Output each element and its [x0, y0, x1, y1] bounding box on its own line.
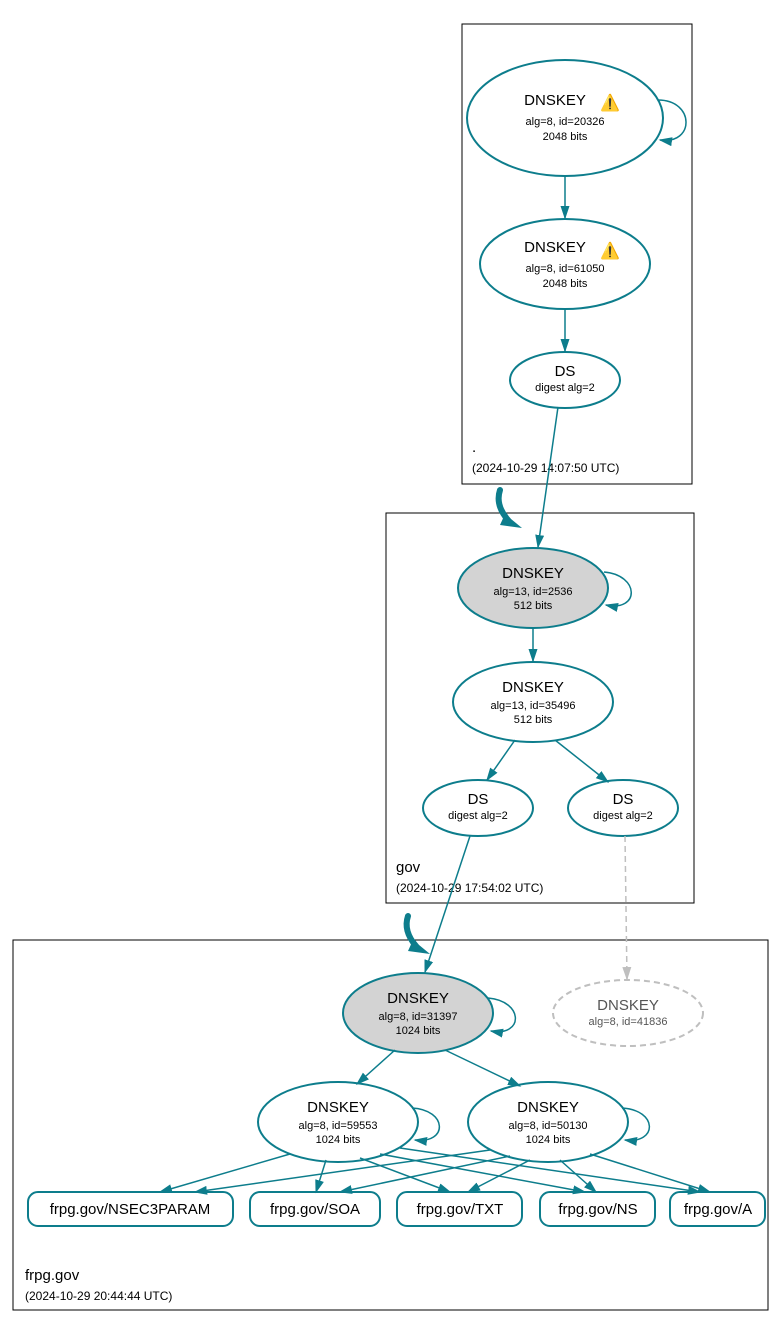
node-frpg-zsk1: DNSKEY alg=8, id=59553 1024 bits: [258, 1082, 418, 1162]
rr-a: frpg.gov/A: [670, 1192, 765, 1226]
root-ksk-alg: alg=8, id=20326: [526, 116, 605, 128]
root-ds-title: DS: [555, 363, 576, 380]
edge-zsk1-txt: [360, 1158, 450, 1192]
edge-zsk1-nsec3: [160, 1154, 290, 1192]
frpg-zsk1-title: DNSKEY: [307, 1099, 369, 1116]
rr-ns: frpg.gov/NS: [540, 1192, 655, 1226]
rr-soa: frpg.gov/SOA: [250, 1192, 380, 1226]
root-zsk-title: DNSKEY: [524, 239, 586, 256]
zone-root-label: .: [472, 439, 476, 456]
gov-ds2-alg: digest alg=2: [593, 810, 653, 822]
zone-root-time: (2024-10-29 14:07:50 UTC): [472, 461, 619, 475]
node-root-ksk: DNSKEY ⚠️ alg=8, id=20326 2048 bits: [467, 60, 663, 176]
node-root-zsk: DNSKEY ⚠️ alg=8, id=61050 2048 bits: [480, 219, 650, 309]
frpg-ksk-bits: 1024 bits: [396, 1025, 441, 1037]
edge-frpgksk-zsk1: [357, 1050, 395, 1084]
warning-icon: ⚠️: [600, 93, 620, 112]
root-ds-alg: digest alg=2: [535, 382, 595, 394]
node-frpg-zsk2: DNSKEY alg=8, id=50130 1024 bits: [468, 1082, 628, 1162]
root-zsk-alg: alg=8, id=61050: [526, 263, 605, 275]
gov-ksk-alg: alg=13, id=2536: [494, 586, 573, 598]
root-ksk-title: DNSKEY: [524, 92, 586, 109]
svg-text:DNSKEY: DNSKEY: [524, 92, 586, 109]
gov-zsk-alg: alg=13, id=35496: [490, 700, 575, 712]
zone-gov-label: gov: [396, 859, 421, 876]
rr-nsec3param: frpg.gov/NSEC3PARAM: [28, 1192, 233, 1226]
warning-icon: ⚠️: [600, 241, 620, 260]
rr-txt: frpg.gov/TXT: [397, 1192, 522, 1226]
edge-zsk2-a: [590, 1154, 710, 1192]
edge-zsk1-soa: [316, 1160, 326, 1192]
frpg-zsk1-alg: alg=8, id=59553: [299, 1120, 378, 1132]
gov-ds1-alg: digest alg=2: [448, 810, 508, 822]
node-root-ds: DS digest alg=2: [510, 352, 620, 408]
node-gov-ksk: DNSKEY alg=13, id=2536 512 bits: [458, 548, 608, 628]
frpg-zsk1-bits: 1024 bits: [316, 1134, 361, 1146]
root-zsk-bits: 2048 bits: [543, 278, 588, 290]
gov-ksk-bits: 512 bits: [514, 600, 553, 612]
frpg-zsk2-bits: 1024 bits: [526, 1134, 571, 1146]
node-frpg-ksk: DNSKEY alg=8, id=31397 1024 bits: [343, 973, 493, 1053]
frpg-inactive-title: DNSKEY: [597, 997, 659, 1014]
edge-govds1-frpgksk: [425, 836, 470, 972]
node-frpg-inactive: DNSKEY alg=8, id=41836: [553, 980, 703, 1046]
frpg-zsk2-title: DNSKEY: [517, 1099, 579, 1116]
rr-a-label: frpg.gov/A: [684, 1201, 752, 1218]
edge-frpgksk-zsk2: [445, 1050, 520, 1086]
gov-ksk-title: DNSKEY: [502, 565, 564, 582]
zone-gov-time: (2024-10-29 17:54:02 UTC): [396, 881, 543, 895]
edge-govds2-inactive: [625, 836, 627, 979]
node-gov-ds2: DS digest alg=2: [568, 780, 678, 836]
frpg-zsk2-alg: alg=8, id=50130: [509, 1120, 588, 1132]
edge-govzsk-ds2: [555, 740, 608, 782]
svg-text:DNSKEY: DNSKEY: [524, 239, 586, 256]
gov-zsk-title: DNSKEY: [502, 679, 564, 696]
frpg-ksk-alg: alg=8, id=31397: [379, 1011, 458, 1023]
gov-ds1-title: DS: [468, 791, 489, 808]
zone-frpg-label: frpg.gov: [25, 1267, 80, 1284]
edge-govzsk-ds1: [487, 740, 515, 780]
rr-nsec3-label: frpg.gov/NSEC3PARAM: [50, 1201, 211, 1218]
rr-ns-label: frpg.gov/NS: [558, 1201, 637, 1218]
node-gov-zsk: DNSKEY alg=13, id=35496 512 bits: [453, 662, 613, 742]
rr-txt-label: frpg.gov/TXT: [417, 1201, 504, 1218]
edge-zsk2-txt: [468, 1160, 530, 1192]
gov-ds2-title: DS: [613, 791, 634, 808]
frpg-inactive-alg: alg=8, id=41836: [589, 1016, 668, 1028]
rr-soa-label: frpg.gov/SOA: [270, 1201, 360, 1218]
frpg-ksk-title: DNSKEY: [387, 990, 449, 1007]
edge-rootds-govksk: [538, 407, 558, 547]
gov-zsk-bits: 512 bits: [514, 714, 553, 726]
node-gov-ds1: DS digest alg=2: [423, 780, 533, 836]
zone-frpg-time: (2024-10-29 20:44:44 UTC): [25, 1289, 172, 1303]
root-ksk-bits: 2048 bits: [543, 131, 588, 143]
